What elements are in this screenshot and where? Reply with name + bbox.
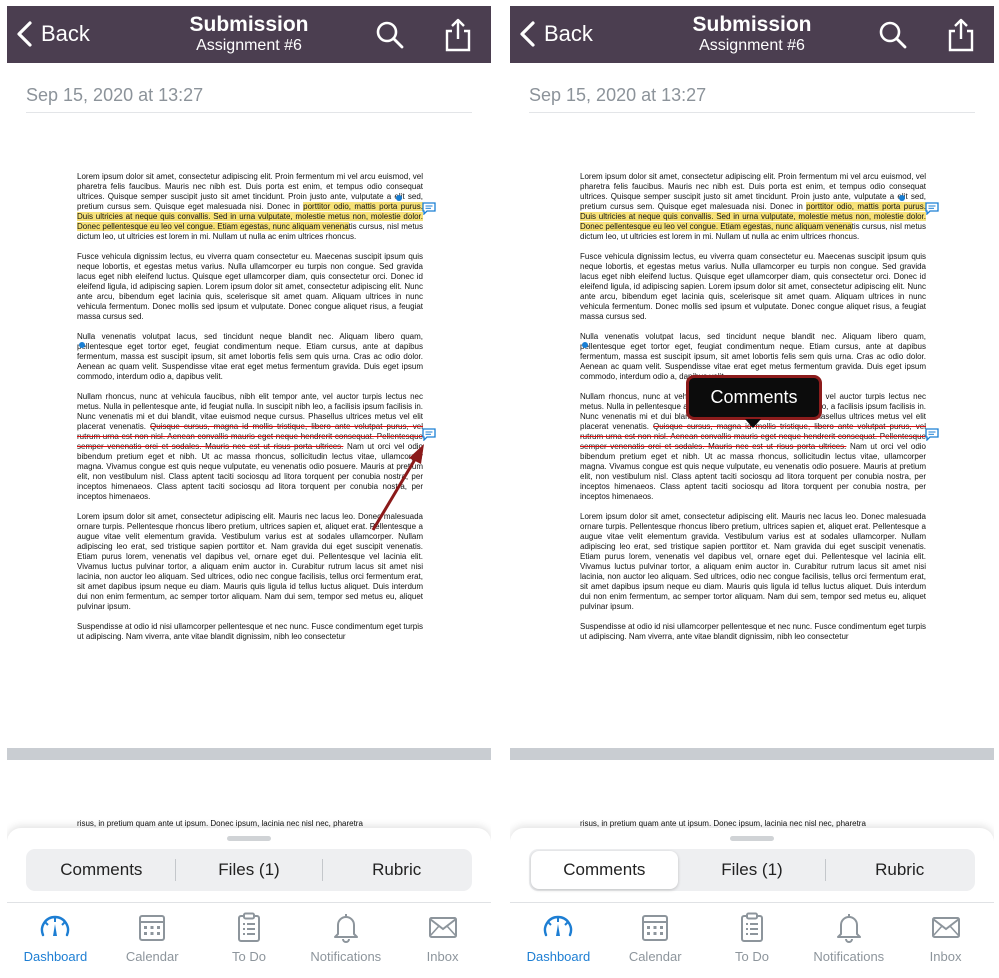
submission-date: Sep 15, 2020 at 13:27 — [26, 85, 204, 105]
search-button[interactable] — [876, 18, 910, 52]
clipboard-list-icon — [237, 912, 260, 942]
clipboard-list-icon — [740, 912, 763, 942]
chevron-left-icon — [520, 21, 535, 47]
tabbar-label: Inbox — [929, 949, 962, 964]
segmented-control: Comments Files (1) Rubric — [529, 849, 975, 891]
tab-rubric[interactable]: Rubric — [323, 851, 470, 889]
document-paragraph: Lorem ipsum dolor sit amet, consectetur … — [580, 172, 927, 241]
document-paragraph: Nullam rhoncus, nunc at vehicula faucibu… — [77, 392, 423, 501]
page-separator — [510, 748, 994, 760]
tabbar-item-notifications[interactable]: Notifications — [297, 903, 394, 974]
sheet-grabber[interactable] — [730, 836, 774, 841]
navigation-bar: Back Submission Assignment #6 — [510, 6, 994, 63]
annotation-point[interactable] — [899, 195, 905, 201]
tabbar-label: To Do — [232, 949, 266, 964]
tab-comments[interactable]: Comments — [531, 851, 678, 889]
back-button[interactable]: Back — [15, 18, 90, 50]
tab-rubric[interactable]: Rubric — [826, 851, 973, 889]
calendar-icon — [139, 915, 166, 941]
search-button[interactable] — [373, 18, 407, 52]
envelope-icon — [428, 917, 457, 938]
tabbar-label: To Do — [735, 949, 769, 964]
annotation-point[interactable] — [582, 342, 588, 348]
divider — [529, 112, 975, 113]
tabbar-item-calendar[interactable]: Calendar — [104, 903, 201, 974]
document-paragraph: Fusce vehicula dignissim lectus, eu vive… — [580, 252, 926, 321]
sheet-grabber[interactable] — [227, 836, 271, 841]
comment-annotation-icon[interactable] — [422, 202, 436, 215]
tab-bar: Dashboard Calendar To Do Notifications I… — [7, 902, 491, 974]
tab-files[interactable]: Files (1) — [679, 851, 826, 889]
tabbar-item-inbox[interactable]: Inbox — [897, 903, 994, 974]
tab-files[interactable]: Files (1) — [176, 851, 323, 889]
tabbar-label: Calendar — [125, 949, 179, 964]
tabbar-item-todo[interactable]: To Do — [704, 903, 801, 974]
comment-annotation-icon[interactable] — [422, 428, 436, 441]
document-paragraph: Lorem ipsum dolor sit amet, consectetur … — [77, 512, 423, 611]
divider — [26, 112, 472, 113]
back-button[interactable]: Back — [518, 18, 593, 50]
bottom-sheet: Comments Files (1) Rubric Dashboard Cale… — [7, 828, 491, 974]
tabbar-item-todo[interactable]: To Do — [201, 903, 298, 974]
comment-annotation-icon[interactable] — [925, 202, 939, 215]
document-paragraph: Suspendisse at odio id nisi ullamcorper … — [77, 622, 423, 641]
chevron-left-icon — [17, 21, 32, 47]
tabbar-label: Dashboard — [526, 949, 591, 964]
document-paragraph: Nulla venenatis volutpat lacus, sed tinc… — [77, 332, 423, 381]
document-page[interactable]: Lorem ipsum dolor sit amet, consectetur … — [77, 172, 423, 652]
screen-left: Back Submission Assignment #6 Sep 15, 20… — [7, 6, 491, 974]
tabbar-item-calendar[interactable]: Calendar — [607, 903, 704, 974]
search-icon — [376, 21, 404, 49]
page-separator — [7, 748, 491, 760]
document-paragraph: Fusce vehicula dignissim lectus, eu vive… — [77, 252, 423, 321]
tabbar-label: Calendar — [628, 949, 682, 964]
document-paragraph: Suspendisse at odio id nisi ullamcorper … — [580, 622, 926, 641]
document-paragraph: Lorem ipsum dolor sit amet, consectetur … — [580, 512, 926, 611]
bell-icon — [333, 914, 358, 943]
tabbar-label: Inbox — [426, 949, 459, 964]
screen-right: Back Submission Assignment #6 Sep 15, 20… — [510, 6, 994, 974]
tabbar-item-inbox[interactable]: Inbox — [394, 903, 491, 974]
navigation-bar: Back Submission Assignment #6 — [7, 6, 491, 63]
tab-bar: Dashboard Calendar To Do Notifications I… — [510, 902, 994, 974]
back-label: Back — [41, 21, 90, 46]
tabbar-label: Notifications — [813, 949, 885, 964]
back-label: Back — [544, 21, 593, 46]
bell-icon — [836, 914, 861, 943]
calendar-icon — [642, 915, 669, 941]
comments-tooltip: Comments — [686, 375, 822, 420]
tabbar-label: Notifications — [310, 949, 382, 964]
share-button[interactable] — [441, 18, 475, 52]
search-icon — [879, 21, 907, 49]
document-paragraph: Lorem ipsum dolor sit amet, consectetur … — [77, 172, 424, 241]
dashboard-gauge-icon — [544, 915, 573, 937]
annotation-point[interactable] — [396, 195, 402, 201]
dashboard-gauge-icon — [41, 915, 70, 937]
segmented-control: Comments Files (1) Rubric — [26, 849, 472, 891]
tabbar-label: Dashboard — [23, 949, 88, 964]
tabbar-item-dashboard[interactable]: Dashboard — [7, 903, 104, 974]
bottom-sheet: Comments Files (1) Rubric Dashboard Cale… — [510, 828, 994, 974]
share-button[interactable] — [944, 18, 978, 52]
comment-annotation-icon[interactable] — [925, 428, 939, 441]
submission-date: Sep 15, 2020 at 13:27 — [529, 85, 707, 105]
tab-comments[interactable]: Comments — [28, 851, 175, 889]
tabbar-item-dashboard[interactable]: Dashboard — [510, 903, 607, 974]
share-icon — [948, 18, 974, 52]
annotation-point[interactable] — [79, 342, 85, 348]
envelope-icon — [931, 917, 960, 938]
tabbar-item-notifications[interactable]: Notifications — [800, 903, 897, 974]
tooltip-pointer — [745, 419, 761, 428]
share-icon — [445, 18, 471, 52]
